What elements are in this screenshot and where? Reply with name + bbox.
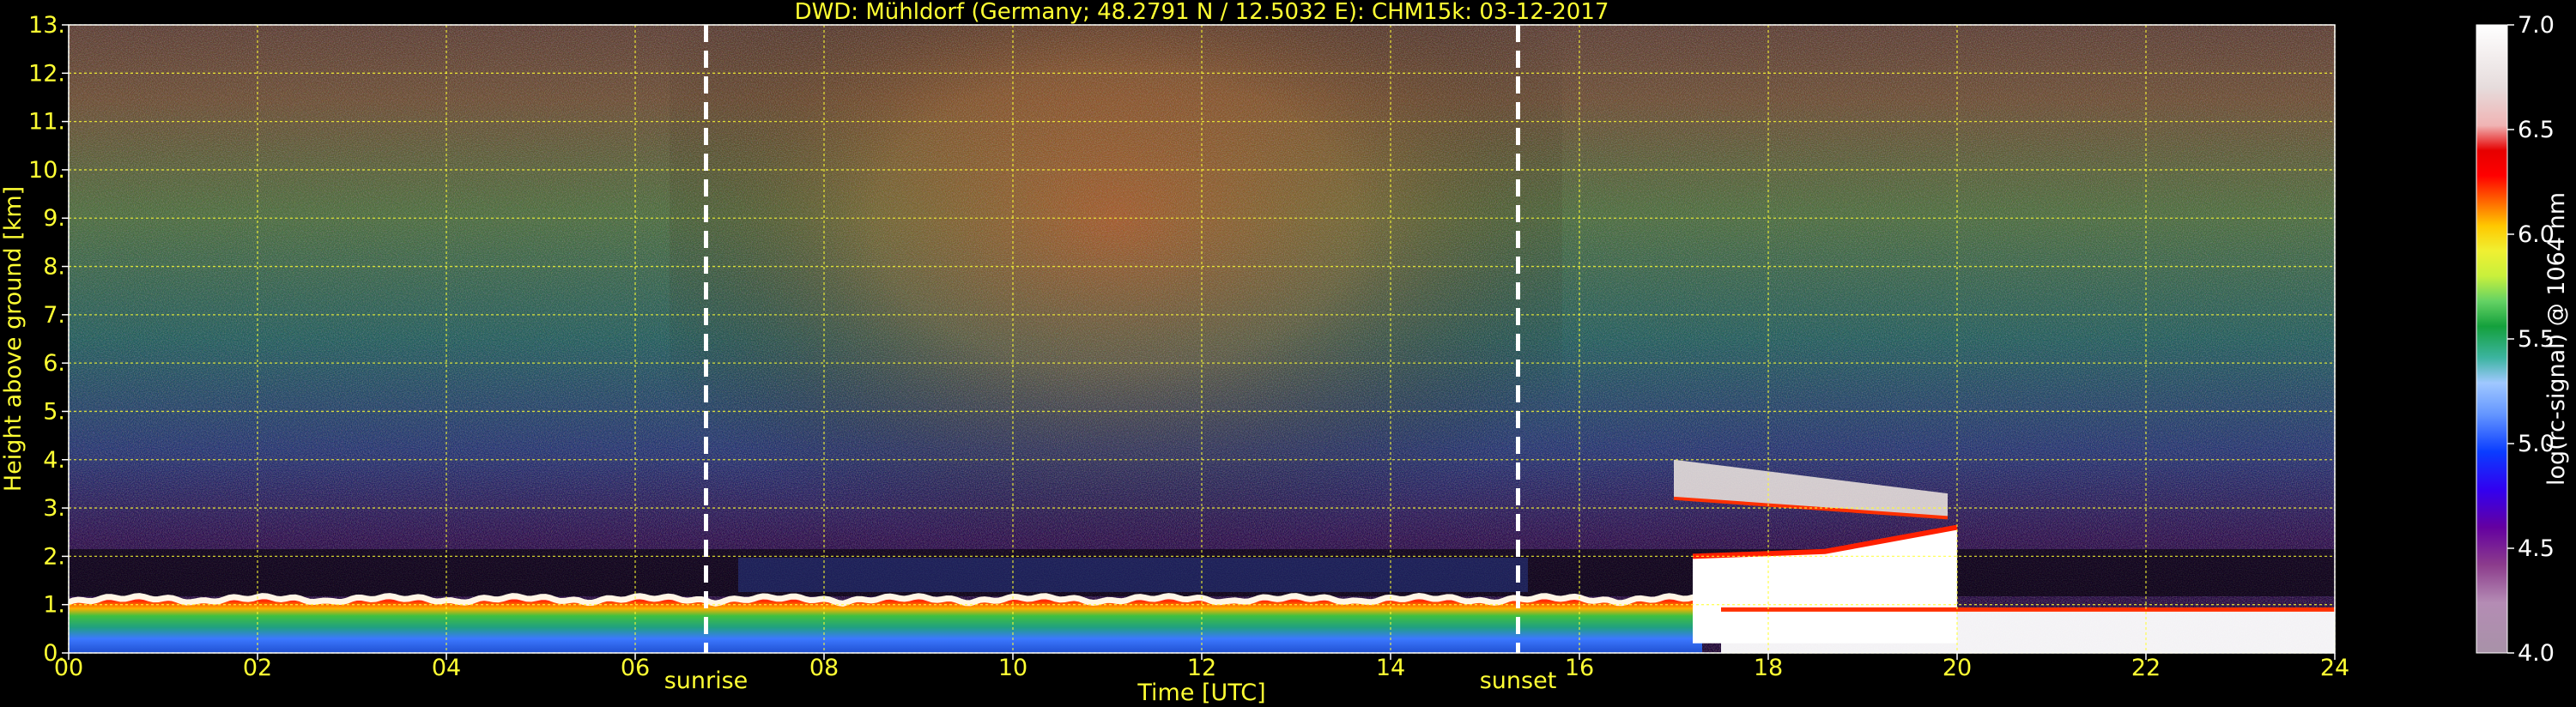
y-tick-label: 2. [43, 543, 65, 570]
x-tick-label: 06 [621, 655, 650, 681]
chart-title: DWD: Mühldorf (Germany; 48.2791 N / 12.5… [795, 0, 1609, 25]
x-tick-label: 10 [998, 655, 1027, 681]
y-tick-label: 6. [43, 350, 65, 377]
fog-layer [1721, 609, 2335, 653]
x-tick-label: 08 [809, 655, 839, 681]
x-axis-label: Time [UTC] [1136, 680, 1265, 706]
y-tick-label: 3. [43, 495, 65, 522]
y-tick-label: 0. [43, 640, 65, 667]
x-tick-label: 24 [2320, 655, 2349, 681]
x-tick-label: 16 [1565, 655, 1594, 681]
colorbar-tick-label: 4.0 [2518, 640, 2555, 667]
y-tick-label: 7. [43, 302, 65, 329]
colorbar-tick-label: 4.5 [2518, 535, 2555, 562]
x-tick-label: 22 [2131, 655, 2161, 681]
y-tick-label: 9. [43, 205, 65, 232]
y-tick-label: 8. [43, 254, 65, 281]
colorbar-tick-label: 7.0 [2518, 12, 2555, 39]
colorbar-label: log(rc-signal) @ 1064 nm [2543, 192, 2570, 486]
y-axis-label: Height above ground [km] [0, 186, 27, 492]
y-axis-ticks: 0. 1. 2. 3. 4. 5. 6. 7. 8. 9. 10. 11. 12. 13. [28, 12, 69, 667]
y-tick-label: 13. [28, 12, 65, 39]
colorbar-scale [2476, 25, 2507, 653]
x-tick-label: 20 [1943, 655, 1972, 681]
y-tick-label: 12. [28, 60, 65, 87]
y-tick-label: 10. [28, 157, 65, 184]
x-tick-label: 12 [1187, 655, 1216, 681]
colorbar: 4.04.55.05.56.06.57.0 log(rc-signal) @ 1… [2476, 12, 2570, 667]
x-tick-label: 18 [1754, 655, 1783, 681]
x-tick-label: 04 [432, 655, 461, 681]
x-axis-ticks: 00 02 04 06 08 10 12 14 16 18 20 22 24 [54, 653, 2349, 681]
x-tick-label: 14 [1376, 655, 1405, 681]
colorbar-tick-label: 6.5 [2518, 117, 2555, 143]
marker-label: sunrise [664, 668, 749, 694]
y-tick-label: 11. [28, 109, 65, 136]
marker-label: sunset [1480, 668, 1557, 694]
x-tick-label: 02 [243, 655, 272, 681]
y-tick-label: 4. [43, 447, 65, 474]
y-tick-label: 5. [43, 398, 65, 425]
y-tick-label: 1. [43, 592, 65, 619]
ceilometer-figure: sunrise sunset 00 02 04 06 08 10 12 14 16 18 20 22 24… [0, 0, 2570, 706]
